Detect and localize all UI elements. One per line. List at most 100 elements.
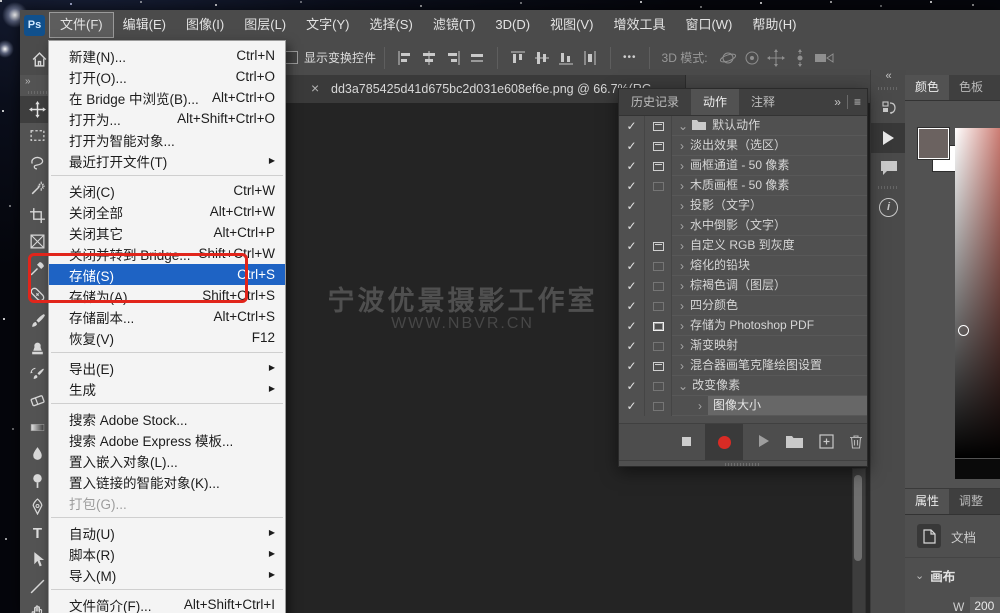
menu-window[interactable]: 窗口(W)	[675, 13, 742, 37]
chevron-right-icon[interactable]: ›	[680, 179, 684, 193]
drag-handle[interactable]	[878, 186, 899, 189]
menu-item-place-embedded[interactable]: 置入嵌入对象(L)...	[49, 450, 285, 471]
action-dialog-toggle[interactable]	[645, 296, 672, 316]
stop-button[interactable]	[675, 431, 697, 451]
chevron-right-icon[interactable]: ›	[680, 199, 684, 213]
menu-item-open-as[interactable]: 打开为...Alt+Shift+Ctrl+O	[49, 108, 285, 129]
drag-handle[interactable]	[28, 91, 47, 94]
action-row[interactable]: ✓ ›熔化的铅块	[619, 256, 867, 276]
chevron-right-icon[interactable]: ›	[680, 339, 684, 353]
show-transform-checkbox[interactable]	[285, 51, 298, 64]
align-top-icon[interactable]	[506, 46, 530, 70]
foreground-color-swatch[interactable]	[918, 128, 949, 159]
menu-item-search-stock[interactable]: 搜索 Adobe Stock...	[49, 408, 285, 429]
action-dialog-toggle[interactable]	[645, 156, 672, 176]
action-row[interactable]: ✓ ›四分颜色	[619, 296, 867, 316]
menu-item-revert[interactable]: 恢复(V)F12	[49, 327, 285, 348]
tab-properties[interactable]: 属性	[905, 489, 949, 514]
action-include-toggle[interactable]: ✓	[619, 356, 645, 376]
action-row[interactable]: ✓ ›渐变映射	[619, 336, 867, 356]
canvas-section-row[interactable]: ⌄ 画布	[905, 558, 1000, 585]
chevron-right-icon[interactable]: ›	[680, 279, 684, 293]
action-dialog-toggle[interactable]	[645, 196, 672, 216]
action-include-toggle[interactable]: ✓	[619, 396, 645, 416]
3d-orbit-icon[interactable]	[716, 46, 740, 70]
chevron-right-icon[interactable]: ›	[680, 239, 684, 253]
menu-item-close[interactable]: 关闭(C)Ctrl+W	[49, 180, 285, 201]
menu-item-generate[interactable]: 生成▶	[49, 378, 285, 399]
play-button[interactable]	[753, 431, 775, 451]
3d-roll-icon[interactable]	[740, 46, 764, 70]
action-dialog-toggle[interactable]	[645, 276, 672, 296]
distribute-icon[interactable]	[578, 46, 602, 70]
new-action-button[interactable]	[815, 431, 837, 451]
menu-item-close-others[interactable]: 关闭其它Alt+Ctrl+P	[49, 222, 285, 243]
menu-item-place-linked[interactable]: 置入链接的智能对象(K)...	[49, 471, 285, 492]
action-include-toggle[interactable]: ✓	[619, 276, 645, 296]
tab-history[interactable]: 历史记录	[619, 89, 691, 115]
chevron-down-icon[interactable]: ⌄	[678, 379, 688, 393]
action-include-toggle[interactable]: ✓	[619, 176, 645, 196]
menu-type[interactable]: 文字(Y)	[296, 13, 359, 37]
menu-item-import[interactable]: 导入(M)▶	[49, 564, 285, 585]
action-row[interactable]: ✓ ⌄改变像素	[619, 376, 867, 396]
action-dialog-toggle[interactable]	[645, 236, 672, 256]
collapse-panel-icon[interactable]: »	[834, 95, 841, 109]
action-row[interactable]: ✓ ›水中倒影（文字）	[619, 216, 867, 236]
menu-item-open-smart-object[interactable]: 打开为智能对象...	[49, 129, 285, 150]
3d-pan-icon[interactable]	[764, 46, 788, 70]
align-right-icon[interactable]	[441, 46, 465, 70]
chevron-right-icon[interactable]: ›	[680, 359, 684, 373]
menu-layer[interactable]: 图层(L)	[234, 13, 296, 37]
action-include-toggle[interactable]: ✓	[619, 116, 645, 136]
menu-item-automate[interactable]: 自动(U)▶	[49, 522, 285, 543]
action-row-selected[interactable]: ✓ ›图像大小	[619, 396, 867, 416]
menu-item-export[interactable]: 导出(E)▶	[49, 357, 285, 378]
action-include-toggle[interactable]: ✓	[619, 336, 645, 356]
action-dialog-toggle[interactable]	[645, 336, 672, 356]
canvas-width-input[interactable]	[970, 597, 1000, 613]
action-dialog-toggle[interactable]	[645, 316, 672, 336]
chevron-right-icon[interactable]: ›	[680, 259, 684, 273]
action-set-row[interactable]: ✓ ⌄ 默认动作	[619, 116, 867, 136]
action-include-toggle[interactable]: ✓	[619, 196, 645, 216]
action-dialog-toggle[interactable]	[645, 256, 672, 276]
close-tab-icon[interactable]: ×	[311, 80, 319, 96]
panel-resize-handle[interactable]	[619, 460, 867, 468]
action-dialog-toggle[interactable]	[645, 376, 672, 396]
menu-item-open-recent[interactable]: 最近打开文件(T)▶	[49, 150, 285, 171]
chevron-right-icon[interactable]: ›	[680, 139, 684, 153]
chevron-right-icon[interactable]: ›	[680, 299, 684, 313]
action-row[interactable]: ✓ ›投影（文字）	[619, 196, 867, 216]
menu-item-save-copy[interactable]: 存储副本...Alt+Ctrl+S	[49, 306, 285, 327]
action-row[interactable]: ✓ ›混合器画笔克隆绘图设置	[619, 356, 867, 376]
action-dialog-toggle[interactable]	[645, 116, 672, 136]
menu-help[interactable]: 帮助(H)	[742, 13, 806, 37]
collapse-dock-icon[interactable]: «	[871, 70, 906, 84]
more-options-icon[interactable]: •••	[619, 52, 641, 63]
action-include-toggle[interactable]: ✓	[619, 136, 645, 156]
drag-handle[interactable]	[878, 87, 899, 90]
menu-edit[interactable]: 编辑(E)	[113, 13, 176, 37]
tab-adjustments[interactable]: 调整	[949, 489, 993, 514]
info-panel-icon[interactable]: i	[871, 192, 906, 222]
action-dialog-toggle[interactable]	[645, 216, 672, 236]
photoshop-logo-icon[interactable]: Ps	[24, 15, 45, 36]
action-include-toggle[interactable]: ✓	[619, 236, 645, 256]
action-row[interactable]: ✓ ›画框通道 - 50 像素	[619, 156, 867, 176]
menu-plugins[interactable]: 增效工具	[603, 13, 675, 37]
action-row[interactable]: ✓ ›棕褐色调（图层）	[619, 276, 867, 296]
chevron-right-icon[interactable]: ›	[698, 399, 702, 413]
tab-color[interactable]: 颜色	[905, 75, 949, 100]
menu-item-browse-bridge[interactable]: 在 Bridge 中浏览(B)...Alt+Ctrl+O	[49, 87, 285, 108]
align-center-horizontal-icon[interactable]	[417, 46, 441, 70]
scrollbar-thumb[interactable]	[854, 475, 862, 561]
action-include-toggle[interactable]: ✓	[619, 156, 645, 176]
chevron-right-icon[interactable]: ›	[680, 159, 684, 173]
action-dialog-toggle[interactable]	[645, 176, 672, 196]
color-picker-selector[interactable]	[958, 325, 969, 336]
align-bottom-icon[interactable]	[554, 46, 578, 70]
action-include-toggle[interactable]: ✓	[619, 216, 645, 236]
delete-button[interactable]	[845, 431, 867, 451]
menu-view[interactable]: 视图(V)	[540, 13, 603, 37]
